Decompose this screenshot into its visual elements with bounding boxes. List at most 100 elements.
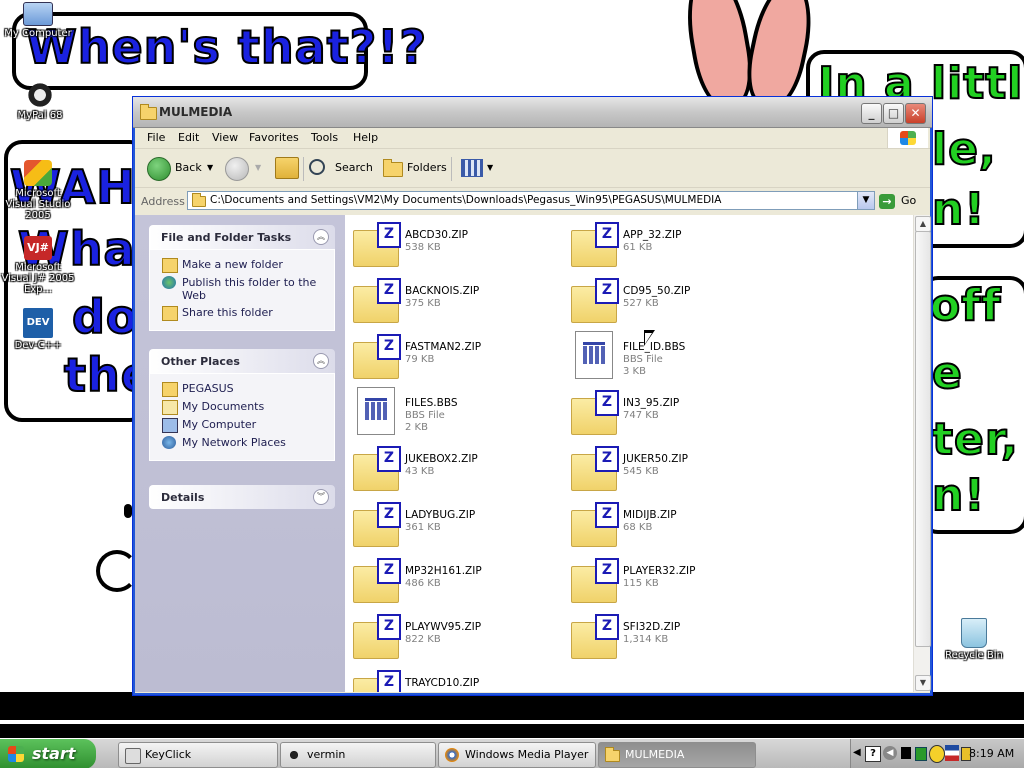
up-folder-icon[interactable] <box>275 157 299 179</box>
folders-button[interactable]: Folders <box>407 155 447 181</box>
menu-help[interactable]: Help <box>353 131 378 144</box>
menu-file[interactable]: File <box>147 131 165 144</box>
file-size: 43 KB <box>405 466 435 477</box>
tray-black-square-icon[interactable] <box>901 747 911 759</box>
start-button[interactable]: start <box>0 739 96 768</box>
tray-yellow-circle-icon[interactable] <box>929 745 945 763</box>
help-icon[interactable]: ? <box>865 746 881 762</box>
menu-edit[interactable]: Edit <box>178 131 199 144</box>
file-item[interactable]: FILE_ID.BBS BBS File 3 KB <box>565 329 775 379</box>
details-panel: Details ︾ <box>149 485 335 509</box>
file-size: 68 KB <box>623 522 653 533</box>
tray-green-icon[interactable] <box>915 747 927 761</box>
file-folder-tasks-header[interactable]: File and Folder Tasks ︽ <box>149 225 335 249</box>
desktop-icon-visual-jsharp[interactable]: VJ# Microsoft Visual J# 2005 Exp... <box>0 236 76 295</box>
details-header[interactable]: Details ︾ <box>149 485 335 509</box>
zip-folder-icon: Z <box>571 502 619 547</box>
file-item[interactable]: Z BACKNOIS.ZIP 375 KB <box>347 273 557 323</box>
zip-folder-icon: Z <box>571 558 619 603</box>
views-icon[interactable] <box>461 159 483 177</box>
file-item[interactable]: Z IN3_95.ZIP 747 KB <box>565 385 775 435</box>
file-item[interactable]: Z FASTMAN2.ZIP 79 KB <box>347 329 557 379</box>
bubble-2-text-3: do <box>71 289 139 345</box>
place-my-network[interactable]: My Network Places <box>150 434 334 452</box>
folder-icon <box>162 382 178 397</box>
window-titlebar[interactable]: MULMEDIA _ □ ✕ <box>133 97 932 128</box>
crowd-silhouette <box>0 692 1024 738</box>
place-my-computer[interactable]: My Computer <box>150 416 334 434</box>
file-item[interactable]: Z PLAYER32.ZIP 115 KB <box>565 553 775 603</box>
search-icon[interactable] <box>309 159 325 175</box>
scroll-up-arrow-icon[interactable]: ▲ <box>915 216 931 232</box>
back-dropdown-icon[interactable]: ▼ <box>207 155 213 181</box>
vertical-scrollbar[interactable]: ▲ ▼ <box>913 215 931 692</box>
file-item[interactable]: Z APP_32.ZIP 61 KB <box>565 217 775 267</box>
task-windows-media-player[interactable]: Windows Media Player <box>438 742 596 768</box>
menu-view[interactable]: View <box>212 131 238 144</box>
tray-arrow-icon[interactable]: ◀ <box>883 746 897 760</box>
minimize-button[interactable]: _ <box>861 103 882 124</box>
file-item[interactable]: Z MIDIJB.ZIP 68 KB <box>565 497 775 547</box>
keyclick-icon <box>125 748 141 764</box>
maximize-button[interactable]: □ <box>883 103 904 124</box>
other-places-header[interactable]: Other Places ︽ <box>149 349 335 373</box>
file-item[interactable]: Z MP32H161.ZIP 486 KB <box>347 553 557 603</box>
task-vermin[interactable]: vermin <box>280 742 436 768</box>
file-item[interactable]: Z CD95_50.ZIP 527 KB <box>565 273 775 323</box>
task-share-folder[interactable]: Share this folder <box>150 304 334 322</box>
close-button[interactable]: ✕ <box>905 103 926 124</box>
folders-icon[interactable] <box>383 159 403 177</box>
task-publish-web[interactable]: Publish this folder to the Web <box>150 274 334 304</box>
explorer-window[interactable]: MULMEDIA _ □ ✕ File Edit View Favorites … <box>132 96 933 696</box>
address-dropdown-icon[interactable]: ▼ <box>857 192 874 209</box>
start-label: start <box>32 744 76 763</box>
place-pegasus[interactable]: PEGASUS <box>150 380 334 398</box>
search-button[interactable]: Search <box>335 155 373 181</box>
desktop-icon-visual-studio[interactable]: Microsoft Visual Studio 2005 <box>0 160 76 221</box>
file-item[interactable]: Z SFI32D.ZIP 1,314 KB <box>565 609 775 659</box>
mypal-icon <box>26 82 54 108</box>
collapse-chevron-icon[interactable]: ︽ <box>313 353 329 369</box>
scroll-down-arrow-icon[interactable]: ▼ <box>915 675 931 691</box>
forward-dropdown-icon[interactable]: ▼ <box>255 155 261 181</box>
menu-tools[interactable]: Tools <box>311 131 338 144</box>
desktop-icon-devcpp[interactable]: DEV Dev-C++ <box>0 308 76 351</box>
desktop-icon-label: Dev-C++ <box>14 340 62 351</box>
forward-arrow-icon[interactable] <box>225 157 249 181</box>
file-item[interactable]: Z PLAYWV95.ZIP 822 KB <box>347 609 557 659</box>
file-item[interactable]: Z JUKER50.ZIP 545 KB <box>565 441 775 491</box>
address-label: Address <box>141 195 185 208</box>
quick-launch-area <box>100 743 114 765</box>
go-button[interactable]: → Go <box>879 191 916 210</box>
file-item[interactable]: Z LADYBUG.ZIP 361 KB <box>347 497 557 547</box>
task-mulmedia[interactable]: MULMEDIA <box>598 742 756 768</box>
window-title: MULMEDIA <box>159 105 233 119</box>
tray-flag-icon[interactable] <box>945 745 959 761</box>
file-size: 79 KB <box>405 354 435 365</box>
back-button[interactable]: Back <box>175 155 202 181</box>
views-dropdown-icon[interactable]: ▼ <box>487 155 493 181</box>
tray-expand-icon[interactable]: ◀ <box>853 747 861 758</box>
file-name: JUKEBOX2.ZIP <box>405 453 478 465</box>
scroll-thumb[interactable] <box>915 231 931 647</box>
file-item[interactable]: Z TRAYCD10.ZIP <box>347 665 557 692</box>
taskbar: start KeyClick vermin Windows Media Play… <box>0 738 1024 768</box>
menu-favorites[interactable]: Favorites <box>249 131 299 144</box>
address-input[interactable]: C:\Documents and Settings\VM2\My Documen… <box>187 191 875 210</box>
desktop-icon-mypal[interactable]: MyPal 68 <box>2 82 78 121</box>
expand-chevron-icon[interactable]: ︾ <box>313 489 329 505</box>
task-new-folder[interactable]: Make a new folder <box>150 256 334 274</box>
collapse-chevron-icon[interactable]: ︽ <box>313 229 329 245</box>
file-type: BBS File <box>405 410 445 421</box>
desktop-icon-recycle-bin[interactable]: Recycle Bin <box>936 618 1012 661</box>
file-item[interactable]: Z ABCD30.ZIP 538 KB <box>347 217 557 267</box>
file-item[interactable]: Z JUKEBOX2.ZIP 43 KB <box>347 441 557 491</box>
task-keyclick[interactable]: KeyClick <box>118 742 278 768</box>
back-arrow-icon[interactable] <box>147 157 171 181</box>
address-bar: Address C:\Documents and Settings\VM2\My… <box>135 189 930 213</box>
zip-folder-icon: Z <box>353 278 401 323</box>
place-my-documents[interactable]: My Documents <box>150 398 334 416</box>
file-item[interactable]: FILES.BBS BBS File 2 KB <box>347 385 557 435</box>
desktop-icon-my-computer[interactable]: My Computer <box>0 2 76 39</box>
file-size: 2 KB <box>405 422 428 433</box>
